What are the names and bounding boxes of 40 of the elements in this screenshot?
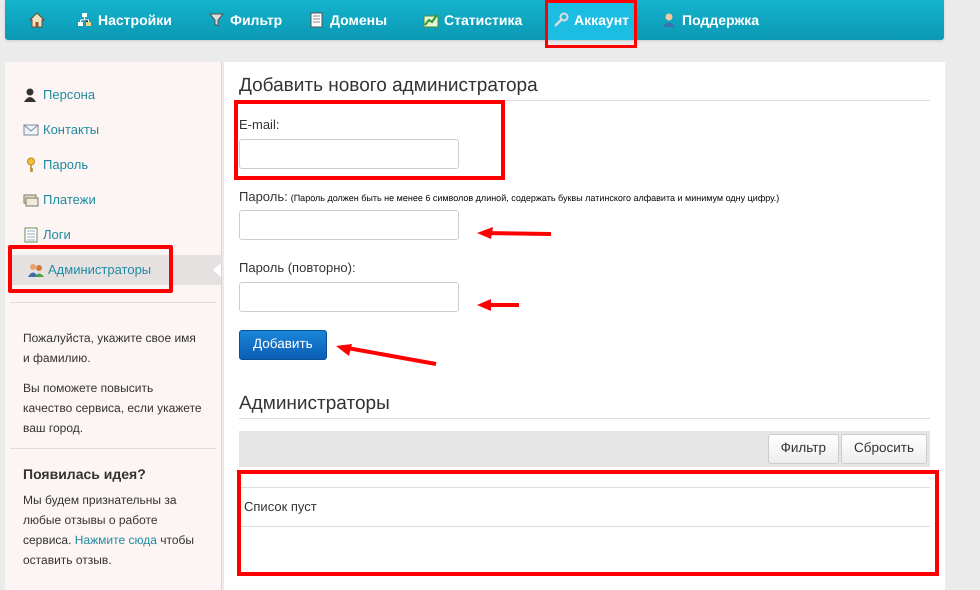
input-field[interactable] bbox=[239, 210, 459, 240]
field-label: E-mail: bbox=[239, 116, 280, 134]
field-label: Пароль: bbox=[239, 188, 288, 206]
sidebar-item[interactable]: Пароль bbox=[5, 150, 221, 180]
funnel-icon bbox=[209, 12, 225, 28]
field-label: Пароль (повторно): bbox=[239, 259, 357, 277]
home-icon bbox=[29, 12, 45, 28]
input-field[interactable] bbox=[239, 138, 459, 168]
people-icon bbox=[28, 262, 44, 278]
password-hint: (Пароль должен быть не менее 6 символов длиной, содержать буквы латинского алфавита и минимум одну цифру.) bbox=[290, 192, 780, 205]
notepad-icon bbox=[23, 227, 39, 243]
section-heading: Администраторы bbox=[239, 380, 930, 418]
envelope-icon bbox=[23, 122, 39, 138]
empty-list-message: Список пуст bbox=[244, 498, 317, 516]
sidebar-item[interactable]: Контакты bbox=[5, 115, 221, 145]
nav-tab[interactable]: Домены bbox=[303, 0, 394, 40]
sidebar-item[interactable]: Логи bbox=[5, 220, 221, 250]
toolbar-button[interactable]: Сбросить bbox=[840, 434, 927, 464]
notebook-icon bbox=[309, 12, 325, 28]
hierarchy-icon bbox=[77, 12, 93, 28]
idea-heading: Появилась идея? bbox=[23, 465, 147, 484]
nav-tab[interactable]: Фильтр bbox=[203, 0, 288, 40]
section-heading: Добавить нового администратора bbox=[239, 62, 930, 101]
sidebar-note: Вы поможете повысить качество сервиса, если укажете ваш город. bbox=[23, 380, 203, 437]
sidebar-item[interactable]: Платежи bbox=[5, 185, 221, 215]
nav-tab[interactable]: Поддержка bbox=[655, 0, 766, 40]
toolbar-button[interactable]: Фильтр bbox=[768, 434, 839, 464]
nav-tab[interactable]: Статистика bbox=[417, 0, 528, 40]
sidebar-note: Пожалуйста, укажите свое имя и фамилию. bbox=[23, 330, 197, 367]
feedback-link[interactable]: Нажмите сюда bbox=[74, 533, 157, 547]
person-icon bbox=[23, 87, 39, 103]
idea-text: Мы будем признательны за любые отзывы о работе сервиса. Нажмите сюда чтобы оставить отзыв. bbox=[23, 492, 196, 569]
sidebar-item[interactable]: Персона bbox=[5, 80, 221, 110]
add-button[interactable]: Добавить bbox=[239, 330, 327, 360]
chart-icon bbox=[423, 12, 439, 28]
cards-icon bbox=[23, 192, 39, 208]
input-field[interactable] bbox=[239, 282, 459, 312]
sidebar-item[interactable]: Администраторы bbox=[10, 255, 221, 285]
person-icon bbox=[661, 12, 677, 28]
nav-tab[interactable]: Настройки bbox=[71, 0, 178, 40]
